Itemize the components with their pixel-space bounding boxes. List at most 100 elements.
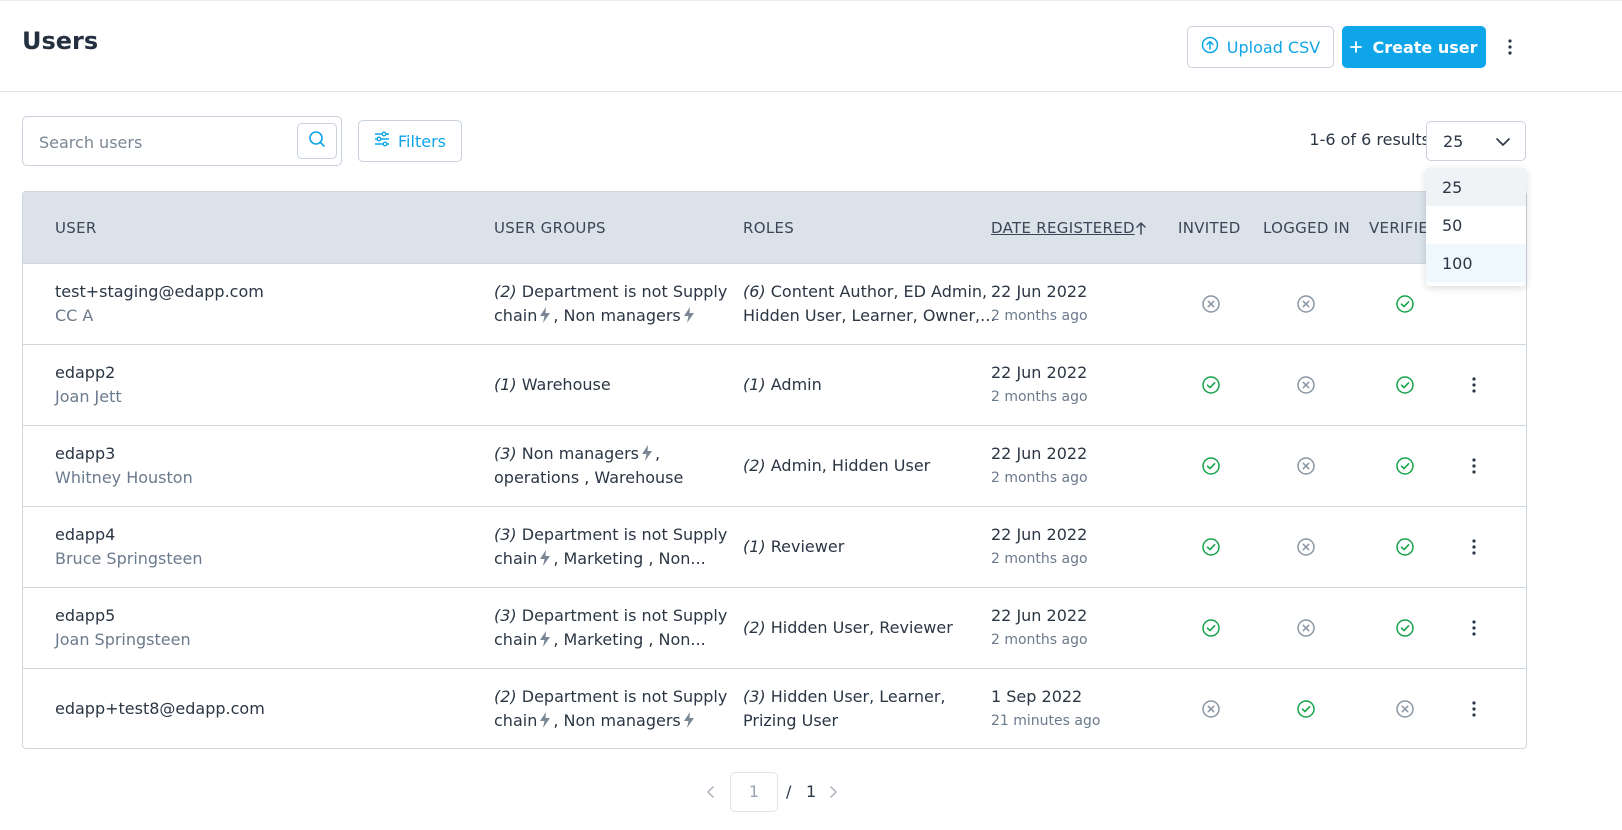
- date-registered: 22 Jun 2022: [991, 363, 1088, 382]
- user-full-name: Whitney Houston: [55, 468, 193, 487]
- filters-label: Filters: [398, 131, 446, 151]
- page-separator: /: [786, 782, 792, 801]
- table-row[interactable]: edapp5 Joan Springsteen (3) Department is …: [23, 587, 1526, 668]
- row-actions-icon[interactable]: [1464, 616, 1484, 640]
- results-count: 1-6 of 6 results: [1309, 130, 1430, 149]
- user-email[interactable]: edapp4: [55, 523, 115, 547]
- x-circle-icon: [1296, 375, 1316, 395]
- page-number-input[interactable]: 1: [730, 772, 778, 812]
- groups-text: chain: [494, 306, 538, 325]
- roles-text: Admin, Hidden User: [765, 456, 931, 475]
- create-user-button[interactable]: Create user: [1342, 26, 1486, 68]
- check-circle-icon: [1201, 456, 1221, 476]
- groups-text: , Marketing , Non...: [553, 630, 706, 649]
- create-user-label: Create user: [1372, 37, 1478, 57]
- upload-icon: [1201, 36, 1219, 58]
- chevron-left-icon[interactable]: [706, 784, 716, 804]
- roles-text: Admin: [765, 375, 822, 394]
- column-header-user: USER: [55, 219, 97, 237]
- user-email[interactable]: test+staging@edapp.com: [55, 280, 264, 304]
- plus-icon: [1350, 38, 1363, 57]
- row-actions-icon[interactable]: [1464, 373, 1484, 397]
- page-header: Users Upload CSV Create user: [0, 0, 1622, 92]
- groups-text: , Marketing , Non...: [553, 549, 706, 568]
- user-email[interactable]: edapp2: [55, 361, 115, 385]
- roles-text: Content Author, ED Admin,: [765, 282, 988, 301]
- check-circle-icon: [1201, 537, 1221, 557]
- row-actions-icon[interactable]: [1464, 535, 1484, 559]
- dynamic-group-icon: [681, 711, 697, 730]
- dynamic-group-icon: [681, 306, 697, 325]
- chevron-right-icon[interactable]: [828, 784, 838, 804]
- groups-text: Warehouse: [516, 375, 611, 394]
- filters-button[interactable]: Filters: [358, 120, 462, 162]
- date-registered: 1 Sep 2022: [991, 687, 1083, 706]
- user-groups-line: (1) Warehouse: [494, 373, 611, 397]
- table-row[interactable]: edapp2 Joan Jett (1) Warehouse (1) Admin 22 …: [23, 344, 1526, 425]
- table-row[interactable]: test+staging@edapp.com CC A (2) Department…: [23, 263, 1526, 344]
- page-size-option[interactable]: 50: [1426, 206, 1526, 244]
- upload-csv-button[interactable]: Upload CSV: [1187, 26, 1334, 68]
- date-relative: 21 minutes ago: [991, 713, 1101, 729]
- column-header-invited: INVITED: [1178, 219, 1241, 237]
- sliders-icon: [374, 131, 390, 151]
- column-header-date-registered[interactable]: DATE REGISTERED: [991, 219, 1135, 237]
- groups-text: Non managers: [516, 444, 639, 463]
- roles-line: (1) Admin: [743, 373, 822, 397]
- groups-count: (2): [494, 282, 517, 301]
- check-circle-icon: [1296, 699, 1316, 719]
- groups-text: chain: [494, 711, 538, 730]
- table-row[interactable]: edapp3 Whitney Houston (3) Non managers, op…: [23, 425, 1526, 506]
- sort-ascending-icon[interactable]: [1135, 220, 1147, 239]
- page-size-select[interactable]: 25: [1426, 121, 1526, 161]
- user-full-name: Joan Springsteen: [55, 630, 191, 649]
- x-circle-icon: [1395, 699, 1415, 719]
- table-row[interactable]: edapp4 Bruce Springsteen (3) Department is…: [23, 506, 1526, 587]
- groups-count: (3): [494, 444, 517, 463]
- groups-text: Department is not Supply: [516, 525, 728, 544]
- groups-count: (2): [494, 687, 517, 706]
- roles-count: (1): [743, 375, 766, 394]
- table-header: USER USER GROUPS ROLES DATE REGISTERED I…: [23, 192, 1526, 263]
- groups-text: Department is not Supply: [516, 687, 728, 706]
- search-input[interactable]: [39, 130, 279, 154]
- user-groups-line: (3) Non managers,: [494, 444, 661, 463]
- x-circle-icon: [1296, 537, 1316, 557]
- roles-line: (3) Hidden User, Learner,: [743, 685, 945, 709]
- page-total: 1: [806, 782, 817, 801]
- date-registered: 22 Jun 2022: [991, 525, 1088, 544]
- row-actions-icon[interactable]: [1464, 697, 1484, 721]
- groups-text: , Non managers: [553, 306, 681, 325]
- user-email[interactable]: edapp5: [55, 604, 115, 628]
- column-header-verified: VERIFIE: [1369, 219, 1429, 237]
- search-button[interactable]: [297, 123, 337, 159]
- groups-text: Department is not Supply: [516, 606, 728, 625]
- user-groups-line: chain , Non managers: [494, 709, 697, 733]
- roles-count: (2): [743, 456, 766, 475]
- x-circle-icon: [1296, 618, 1316, 638]
- roles-line: (6) Content Author, ED Admin,: [743, 280, 987, 304]
- x-circle-icon: [1201, 699, 1221, 719]
- more-options-icon[interactable]: [1500, 33, 1520, 61]
- user-full-name: Bruce Springsteen: [55, 549, 203, 568]
- row-actions-icon[interactable]: [1464, 454, 1484, 478]
- check-circle-icon: [1395, 375, 1415, 395]
- user-groups-line: (2) Department is not Supply: [494, 280, 727, 304]
- date-relative: 2 months ago: [991, 308, 1088, 324]
- page-size-option[interactable]: 100: [1426, 244, 1526, 282]
- dynamic-group-icon: [639, 444, 655, 463]
- user-email[interactable]: edapp3: [55, 442, 115, 466]
- page-size-value: 25: [1443, 132, 1464, 151]
- page-size-option[interactable]: 25: [1426, 168, 1526, 206]
- roles-text: Hidden User, Learner,: [765, 687, 946, 706]
- roles-line: (1) Reviewer: [743, 535, 844, 559]
- roles-count: (6): [743, 282, 766, 301]
- user-email[interactable]: edapp+test8@edapp.com: [55, 697, 265, 721]
- table-row[interactable]: edapp+test8@edapp.com (2) Department is n…: [23, 668, 1526, 748]
- check-circle-icon: [1395, 618, 1415, 638]
- user-full-name: CC A: [55, 306, 94, 325]
- groups-text: Department is not Supply: [516, 282, 728, 301]
- dynamic-group-icon: [537, 630, 553, 649]
- check-circle-icon: [1395, 456, 1415, 476]
- date-registered: 22 Jun 2022: [991, 444, 1088, 463]
